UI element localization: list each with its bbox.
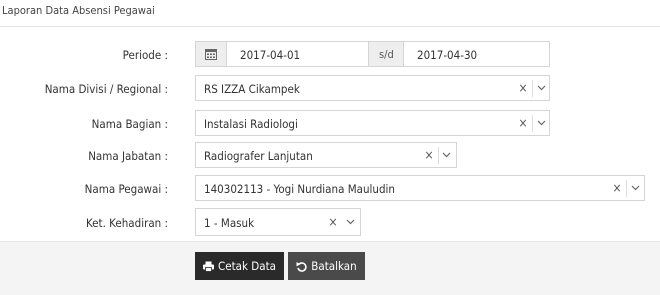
cancel-button[interactable]: Batalkan: [288, 252, 365, 280]
pegawai-select[interactable]: 140302113 - Yogi Nurdiana Mauludin ×: [195, 175, 645, 201]
pegawai-caret-divider: [626, 180, 627, 197]
chevron-down-icon[interactable]: [346, 217, 355, 226]
divisi-label: Nama Divisi / Regional :: [44, 82, 168, 96]
jabatan-select[interactable]: Radiografer Lanjutan ×: [195, 142, 457, 168]
periode-separator: s/d: [368, 42, 404, 66]
calendar-addon: [196, 42, 227, 66]
periode-to-input[interactable]: 2017-04-30: [417, 48, 477, 62]
divisi-clear-icon[interactable]: ×: [518, 81, 528, 95]
periode-separator-text: s/d: [379, 48, 394, 61]
chevron-down-icon[interactable]: [631, 183, 640, 192]
print-data-button[interactable]: Cetak Data: [195, 252, 284, 280]
bagian-caret-divider: [532, 115, 533, 132]
pegawai-label: Nama Pegawai :: [84, 182, 168, 196]
chevron-down-icon[interactable]: [537, 83, 546, 92]
bagian-clear-icon[interactable]: ×: [518, 116, 528, 130]
bagian-value: Instalasi Radiologi: [204, 117, 298, 131]
divisi-select[interactable]: RS IZZA Cikampek ×: [195, 75, 550, 101]
periode-range: 2017-04-01 s/d 2017-04-30: [195, 41, 550, 67]
kehadiran-value: 1 - Masuk: [204, 216, 255, 230]
bagian-select[interactable]: Instalasi Radiologi ×: [195, 110, 550, 136]
undo-icon: [296, 261, 307, 272]
page-title: Laporan Data Absensi Pegawai: [2, 4, 155, 17]
jabatan-label: Nama Jabatan :: [88, 149, 168, 163]
title-divider: [0, 26, 660, 27]
pegawai-value: 140302113 - Yogi Nurdiana Mauludin: [204, 182, 395, 196]
pegawai-clear-icon[interactable]: ×: [612, 181, 622, 195]
jabatan-clear-icon[interactable]: ×: [424, 148, 434, 162]
chevron-down-icon[interactable]: [537, 118, 546, 127]
kehadiran-select[interactable]: 1 - Masuk ×: [195, 208, 361, 236]
bagian-label: Nama Bagian :: [91, 117, 168, 131]
divisi-caret-divider: [532, 80, 533, 97]
print-icon: [203, 261, 215, 272]
print-data-label: Cetak Data: [218, 259, 276, 273]
periode-from-input[interactable]: 2017-04-01: [240, 48, 300, 62]
chevron-down-icon[interactable]: [442, 150, 451, 159]
kehadiran-clear-icon[interactable]: ×: [328, 215, 338, 229]
divisi-value: RS IZZA Cikampek: [204, 82, 300, 96]
jabatan-caret-divider: [438, 147, 439, 164]
periode-label: Periode :: [122, 48, 168, 62]
cancel-label: Batalkan: [311, 259, 357, 273]
calendar-icon: [205, 49, 217, 60]
kehadiran-label: Ket. Kehadiran :: [85, 216, 168, 230]
jabatan-value: Radiografer Lanjutan: [204, 149, 313, 163]
